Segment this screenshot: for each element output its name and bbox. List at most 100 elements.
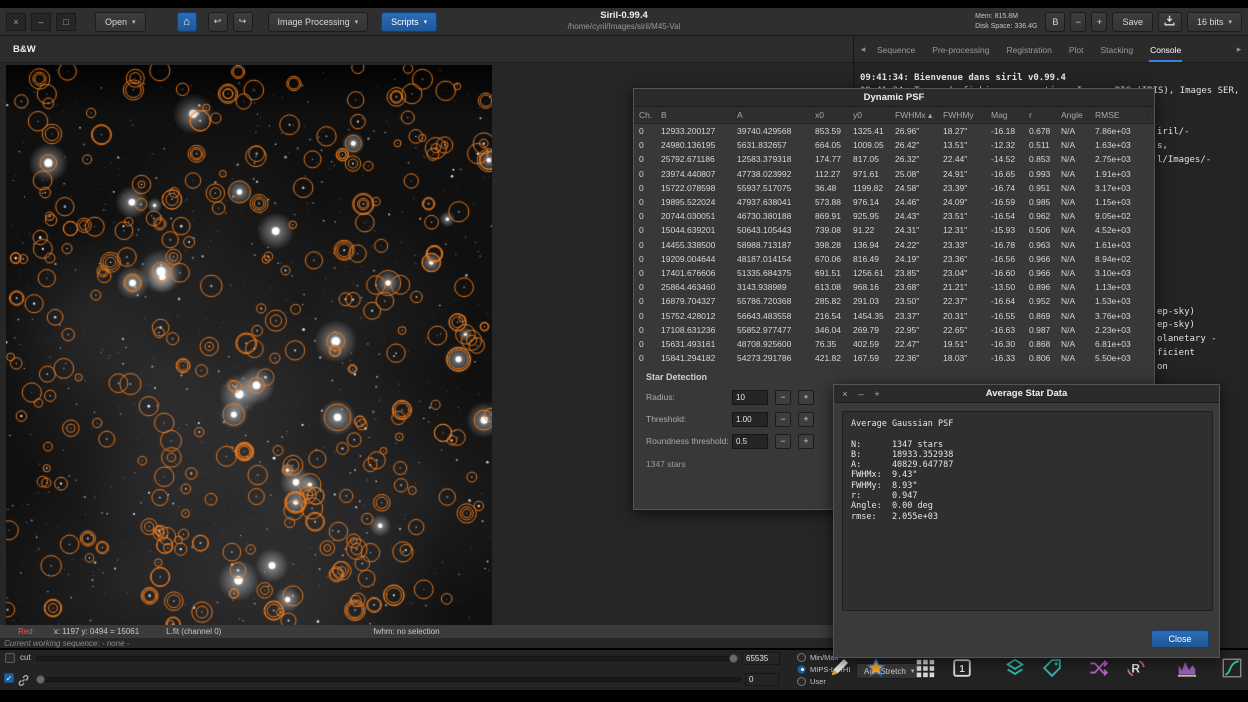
- roundness-input[interactable]: [732, 433, 768, 449]
- psf-column-header[interactable]: y0: [853, 110, 895, 120]
- psf-cell: 291.03: [853, 296, 879, 307]
- psf-cell: 91.22: [853, 225, 875, 236]
- top-black-strip: [0, 0, 1248, 8]
- psf-cell: 51335.684375: [737, 267, 792, 278]
- hi-value-input[interactable]: [742, 652, 780, 665]
- psf-cell: 46730.380188: [737, 211, 792, 222]
- undo-button[interactable]: ↩: [207, 11, 228, 32]
- save-as-button[interactable]: [1157, 11, 1182, 32]
- scripts-button[interactable]: Scripts ▾: [381, 11, 438, 32]
- roundness-increase-button[interactable]: +: [798, 433, 814, 449]
- layers-icon[interactable]: [1003, 656, 1027, 680]
- psf-column-header[interactable]: Ch.: [639, 110, 661, 120]
- hi-slider-thumb[interactable]: [729, 654, 738, 663]
- tabs-scroll-right-icon[interactable]: ▸: [1234, 44, 1244, 55]
- tab-console[interactable]: Console: [1149, 37, 1182, 62]
- grid-icon[interactable]: [913, 656, 937, 680]
- psf-row[interactable]: 0 19895.522024 47937.638041 573.88 976.14 24.…: [634, 195, 1154, 209]
- radius-input[interactable]: [732, 389, 768, 405]
- psf-column-header[interactable]: RMSE: [1095, 110, 1149, 120]
- threshold-input[interactable]: [732, 411, 768, 427]
- psf-row[interactable]: 0 15631.493161 48708.925600 76.35 402.59 22.4…: [634, 337, 1154, 351]
- psf-column-header[interactable]: Angle: [1061, 110, 1095, 120]
- roundness-decrease-button[interactable]: −: [775, 433, 791, 449]
- psf-row[interactable]: 0 25864.463460 3143.938989 613.08 968.16 23.6…: [634, 280, 1154, 294]
- psf-column-header[interactable]: r: [1029, 110, 1061, 120]
- lo-value-input[interactable]: [745, 673, 779, 686]
- tab-stacking[interactable]: Stacking: [1099, 37, 1134, 62]
- hi-slider[interactable]: [36, 654, 738, 663]
- console-line: ep-sky): [1157, 320, 1195, 330]
- save-as-icon: [1163, 14, 1176, 29]
- radio-min-max[interactable]: [797, 652, 806, 662]
- frame-number-icon[interactable]: 1: [950, 656, 974, 680]
- window-close-button[interactable]: ×: [6, 12, 26, 31]
- link-checkbox[interactable]: ✓: [4, 673, 14, 683]
- zoom-in-button[interactable]: +: [1091, 11, 1108, 32]
- psf-row[interactable]: 0 15044.639201 50643.105443 739.08 91.22 24.3…: [634, 223, 1154, 237]
- zoom-out-button[interactable]: −: [1070, 11, 1087, 32]
- psf-row[interactable]: 0 16879.704327 55786.720368 285.82 291.03 23.…: [634, 294, 1154, 308]
- home-button[interactable]: ⌂: [176, 11, 197, 32]
- psf-row[interactable]: 0 25792.671186 12583.379318 174.77 817.05 26.…: [634, 152, 1154, 166]
- histogram-icon[interactable]: [1175, 656, 1199, 680]
- psf-column-header[interactable]: B: [661, 110, 737, 120]
- lo-slider[interactable]: [36, 675, 741, 684]
- psf-column-header[interactable]: FWHMx ▴: [895, 109, 943, 121]
- psf-cell: 25864.463460: [661, 282, 716, 293]
- psf-cell: 869.91: [815, 211, 841, 222]
- lo-slider-thumb[interactable]: [36, 675, 45, 684]
- psf-row[interactable]: 0 15841.294182 54273.291786 421.82 167.59 22.…: [634, 351, 1154, 365]
- psf-column-header[interactable]: Mag: [991, 110, 1029, 120]
- window-minimize-button[interactable]: –: [31, 12, 51, 31]
- psf-cell: -16.65: [991, 168, 1016, 179]
- pencil-icon[interactable]: [827, 656, 851, 680]
- psf-cell: 55852.977477: [737, 324, 792, 335]
- window-maximize-button[interactable]: □: [56, 12, 76, 31]
- radius-decrease-button[interactable]: −: [775, 389, 791, 405]
- tag-icon[interactable]: [1040, 656, 1064, 680]
- radio-mips-lo-hi[interactable]: [797, 664, 806, 674]
- save-button[interactable]: Save: [1112, 11, 1153, 32]
- psf-cell: 23.37": [895, 310, 920, 321]
- psf-column-header[interactable]: A: [737, 110, 815, 120]
- tab-plot[interactable]: Plot: [1068, 37, 1085, 62]
- close-button[interactable]: Close: [1151, 630, 1209, 648]
- psf-row[interactable]: 0 20744.030051 46730.380188 869.91 925.95 24.…: [634, 209, 1154, 223]
- radius-increase-button[interactable]: +: [798, 389, 814, 405]
- tab-registration[interactable]: Registration: [1005, 37, 1052, 62]
- psf-row[interactable]: 0 24980.136195 5631.832657 664.05 1009.05 26.…: [634, 138, 1154, 152]
- psf-row[interactable]: 0 19209.004644 48187.014154 670.06 816.49 24.…: [634, 252, 1154, 266]
- avg-psf-text: Average Gaussian PSF N: 1347 stars B: 18…: [842, 411, 1213, 611]
- psf-row[interactable]: 0 17108.631236 55852.977477 346.04 269.79 22.…: [634, 323, 1154, 337]
- cut-checkbox[interactable]: [5, 653, 15, 663]
- psf-row[interactable]: 0 12933.200127 39740.429568 853.59 1325.41 26…: [634, 124, 1154, 138]
- psf-column-header[interactable]: FWHMy: [943, 110, 991, 120]
- radio-user[interactable]: [797, 676, 806, 686]
- redo-button[interactable]: ↪: [232, 11, 253, 32]
- psf-row[interactable]: 0 15752.428012 56643.483558 216.54 1454.35 23…: [634, 308, 1154, 322]
- threshold-increase-button[interactable]: +: [798, 411, 814, 427]
- psf-row[interactable]: 0 14455.338500 58988.713187 398.28 136.94 24.…: [634, 238, 1154, 252]
- tab-pre-processing[interactable]: Pre-processing: [931, 37, 990, 62]
- starfield-canvas[interactable]: [6, 65, 492, 625]
- curves-icon[interactable]: [1220, 656, 1244, 680]
- status-fwhm: fwhm: no selection: [373, 627, 440, 636]
- memory-status: Mem: 815.8M Disk Space: 336.4G: [975, 12, 1037, 32]
- tab-sequence[interactable]: Sequence: [876, 37, 916, 62]
- tab-bw[interactable]: B&W: [13, 44, 36, 55]
- image-processing-button[interactable]: Image Processing ▾: [267, 11, 369, 32]
- psf-row[interactable]: 0 23974.440807 47738.023992 112.27 971.61 25.…: [634, 167, 1154, 181]
- rgb-align-icon[interactable]: R: [1124, 656, 1148, 680]
- tabs-scroll-left-icon[interactable]: ◂: [858, 44, 868, 55]
- psf-row[interactable]: 0 15722.078598 55937.517075 36.48 1199.82 24.…: [634, 181, 1154, 195]
- open-button[interactable]: Open ▾: [95, 11, 146, 32]
- minus-icon: −: [1075, 16, 1082, 27]
- bw-display-button[interactable]: B: [1045, 11, 1066, 32]
- bit-depth-button[interactable]: 16 bits ▾: [1186, 11, 1242, 32]
- photometry-star-icon[interactable]: [864, 656, 888, 680]
- channel-shuffle-icon[interactable]: [1087, 656, 1111, 680]
- psf-column-header[interactable]: x0: [815, 110, 853, 120]
- threshold-decrease-button[interactable]: −: [775, 411, 791, 427]
- psf-row[interactable]: 0 17401.676606 51335.684375 691.51 1256.61 23…: [634, 266, 1154, 280]
